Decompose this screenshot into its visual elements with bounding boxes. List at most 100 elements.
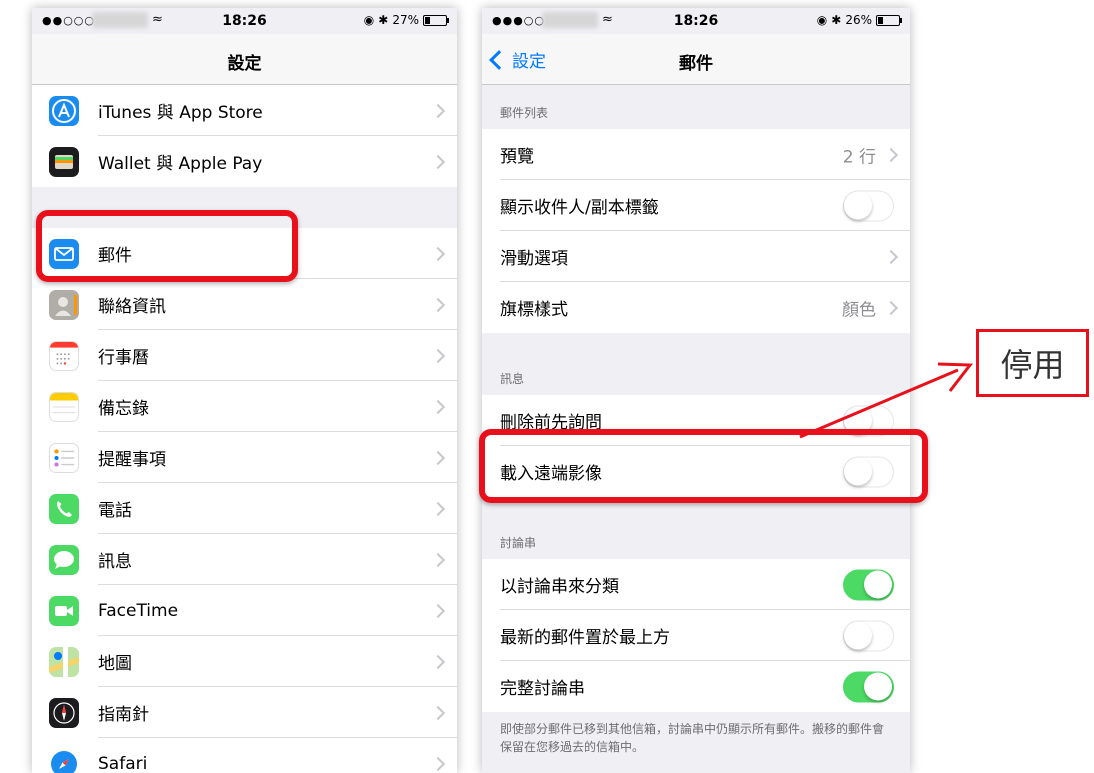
row-preview[interactable]: 預覽 2 行 [482, 129, 910, 180]
row-label: Safari [98, 753, 148, 773]
row-label: 顯示收件人/副本標籤 [500, 198, 659, 218]
row-label: 備忘錄 [98, 399, 149, 419]
organize-by-thread-toggle[interactable] [843, 569, 894, 600]
battery-icon [423, 14, 449, 26]
settings-screen: ●●○○○ ≈ 18:26 ◉ ✱ 27% 設定 iTunes 與 App St… [32, 8, 457, 773]
chevron-right-icon [430, 154, 446, 169]
settings-row-safari[interactable]: Safari [32, 738, 457, 773]
mail-settings-screen: ●●●○○ ≈ 18:26 ◉ ✱ 26% 設定 郵件 郵件列表 預覽 2 行 … [482, 8, 910, 773]
phone-icon [49, 494, 79, 524]
threads-footer-note: 即使部分郵件已移到其他信箱，討論串中仍顯示所有郵件。搬移的郵件會保留在您移過去的… [500, 722, 885, 754]
section-header-threading: 討論串 [482, 497, 910, 559]
row-label: 滑動選項 [500, 249, 568, 269]
row-label: 預覽 [500, 147, 534, 167]
settings-row-phone[interactable]: 電話 [32, 483, 457, 534]
maps-icon [49, 647, 79, 677]
status-bar: ●●○○○ ≈ 18:26 ◉ ✱ 27% [32, 8, 457, 34]
mail-icon [49, 239, 79, 269]
settings-row-notes[interactable]: 備忘錄 [32, 381, 457, 432]
chevron-right-icon [430, 501, 446, 516]
section-header-messages: 訊息 [482, 333, 910, 395]
row-label: 載入遠端影像 [500, 464, 602, 484]
chevron-right-icon [430, 103, 446, 118]
page-title: 郵件 [679, 54, 713, 74]
facetime-icon [49, 596, 79, 626]
messages-icon [49, 545, 79, 575]
chevron-right-icon [430, 552, 446, 567]
chevron-right-icon [430, 348, 446, 363]
settings-row-itunes[interactable]: iTunes 與 App Store [32, 85, 457, 136]
row-label: FaceTime [98, 600, 179, 621]
page-title: 設定 [227, 54, 262, 74]
row-label: 訊息 [98, 552, 132, 572]
battery-icon [876, 14, 902, 26]
nav-bar: 設定 郵件 [482, 34, 910, 85]
mail-settings-list: 郵件列表 預覽 2 行 顯示收件人/副本標籤 滑動選項 旗標樣式 顏色 訊息 刪… [482, 85, 910, 764]
row-label: 完整討論串 [500, 679, 585, 699]
row-label: 刪除前先詢問 [500, 413, 602, 433]
battery-status: ◉ ✱ 27% [364, 13, 449, 27]
row-swipe-options[interactable]: 滑動選項 [482, 231, 910, 282]
settings-row-reminders[interactable]: 提醒事項 [32, 432, 457, 483]
chevron-right-icon [883, 300, 899, 315]
settings-row-wallet[interactable]: Wallet 與 Apple Pay [32, 136, 457, 187]
row-label: 聯絡資訊 [98, 297, 166, 317]
chevron-right-icon [430, 654, 446, 669]
most-recent-on-top-toggle[interactable] [843, 620, 894, 651]
row-flag-style[interactable]: 旗標樣式 顏色 [482, 282, 910, 333]
compass-icon [49, 698, 79, 728]
show-to-cc-toggle[interactable] [843, 190, 894, 221]
nav-bar: 設定 [32, 34, 457, 85]
row-label: 郵件 [98, 246, 132, 266]
row-most-recent-on-top: 最新的郵件置於最上方 [482, 610, 910, 661]
settings-row-maps[interactable]: 地圖 [32, 636, 457, 687]
bluetooth-icon: ✱ [831, 13, 842, 27]
battery-status: ◉ ✱ 26% [816, 13, 902, 27]
safari-icon [49, 749, 79, 773]
row-show-to-cc: 顯示收件人/副本標籤 [482, 180, 910, 231]
notes-icon [49, 392, 79, 422]
row-complete-threads: 完整討論串 [482, 661, 910, 712]
row-organize-by-thread: 以討論串來分類 [482, 559, 910, 610]
battery-percent: 26% [845, 13, 872, 27]
settings-row-contacts[interactable]: 聯絡資訊 [32, 279, 457, 330]
complete-threads-toggle[interactable] [843, 671, 894, 702]
settings-row-mail[interactable]: 郵件 [32, 228, 457, 279]
contacts-icon [49, 290, 79, 320]
row-label: 指南針 [98, 705, 149, 725]
ask-before-deleting-toggle[interactable] [843, 405, 894, 436]
disable-callout: 停用 [976, 329, 1089, 397]
row-label: 以討論串來分類 [500, 577, 619, 597]
chevron-right-icon [430, 705, 446, 720]
chevron-right-icon [430, 756, 446, 771]
row-label: 行事曆 [98, 348, 149, 368]
row-label: Wallet 與 Apple Pay [98, 154, 263, 174]
settings-row-facetime[interactable]: FaceTime [32, 585, 457, 636]
chevron-right-icon [430, 399, 446, 414]
row-load-remote-images: 載入遠端影像 [482, 446, 910, 497]
chevron-right-icon [883, 147, 899, 162]
section-header-mail-list: 郵件列表 [482, 85, 910, 129]
alarm-icon: ◉ [816, 13, 828, 27]
row-value: 顏色 [842, 300, 876, 320]
settings-row-compass[interactable]: 指南針 [32, 687, 457, 738]
settings-row-messages[interactable]: 訊息 [32, 534, 457, 585]
chevron-right-icon [430, 450, 446, 465]
settings-row-calendar[interactable]: 行事曆 [32, 330, 457, 381]
row-label: 電話 [98, 501, 132, 521]
section-gap [32, 187, 457, 228]
load-remote-images-toggle[interactable] [843, 456, 894, 487]
calendar-icon [49, 341, 79, 371]
chevron-right-icon [430, 246, 446, 261]
row-label: 最新的郵件置於最上方 [500, 628, 670, 648]
row-value: 2 行 [842, 147, 876, 167]
row-label: 旗標樣式 [500, 300, 568, 320]
chevron-right-icon [430, 297, 446, 312]
settings-list: iTunes 與 App Store Wallet 與 Apple Pay 郵件… [32, 85, 457, 773]
status-bar: ●●●○○ ≈ 18:26 ◉ ✱ 26% [482, 8, 910, 34]
row-label: 地圖 [98, 654, 132, 674]
reminders-icon [49, 443, 79, 473]
row-ask-before-deleting: 刪除前先詢問 [482, 395, 910, 446]
wallet-icon [49, 147, 79, 177]
app-store-icon [49, 96, 79, 126]
